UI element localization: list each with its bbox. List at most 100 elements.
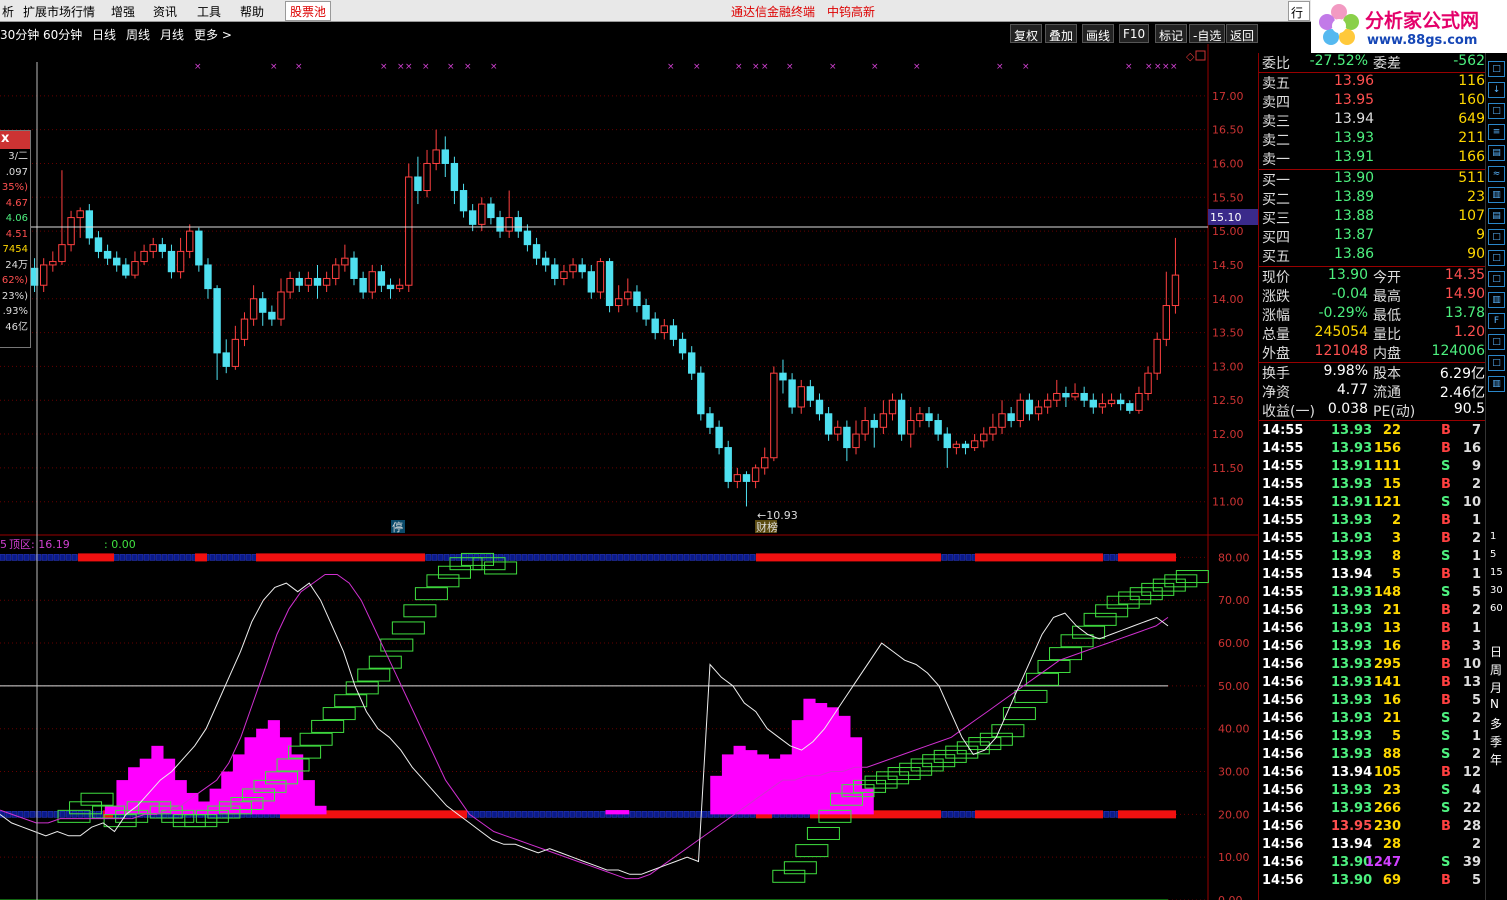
green-box — [1152, 578, 1186, 592]
toolbar-icon[interactable]: ▥ — [1488, 187, 1505, 203]
green-box — [1118, 591, 1152, 605]
green-box — [1072, 625, 1106, 639]
tick-side: B — [1441, 567, 1451, 582]
tick-count: 16 — [1462, 441, 1481, 456]
candle-body — [249, 298, 258, 320]
tick-count: 5 — [1471, 873, 1481, 888]
period-shortcut-cn[interactable]: 周 — [1490, 661, 1502, 678]
candle-body — [925, 413, 933, 422]
band-cell — [509, 811, 516, 818]
toolbar-icon[interactable]: □ — [1488, 355, 1505, 371]
period-monthly[interactable]: 月线 — [160, 26, 184, 43]
band-cell — [671, 554, 678, 561]
candle-body — [952, 443, 961, 449]
band-cell — [563, 554, 570, 561]
tick-volume: 16 — [1382, 693, 1401, 708]
toolbar-icon[interactable]: F — [1488, 313, 1505, 329]
back-button[interactable]: 返回 — [1226, 24, 1259, 43]
fundamental-label: 换手 — [1262, 366, 1290, 382]
toolbar-icon[interactable]: □ — [1488, 334, 1505, 350]
signal-mark: × — [829, 62, 837, 72]
overlay-button[interactable]: 叠加 — [1045, 24, 1078, 43]
menu-item-analysis[interactable]: 析 — [2, 3, 14, 20]
period-shortcut-cn[interactable]: 日 — [1490, 643, 1502, 660]
ask-row: 卖二 13.93 211 — [1259, 130, 1507, 149]
candle-body — [651, 318, 659, 334]
candle-body — [450, 162, 459, 192]
f10-button[interactable]: F10 — [1119, 24, 1150, 43]
band-cell — [581, 811, 588, 818]
period-shortcut-cn[interactable]: 年 — [1490, 751, 1502, 768]
tick-price: 13.93 — [1331, 639, 1373, 654]
toolbar-icon[interactable]: □ — [1488, 103, 1505, 119]
toolbar-icon[interactable]: ▤ — [1488, 208, 1505, 224]
band-cell — [959, 554, 966, 561]
info-panel-row: 4.51 — [5, 228, 28, 240]
stock-pool-button[interactable]: 股票池 — [285, 1, 332, 21]
toolbar-icon[interactable]: ↓ — [1488, 82, 1505, 98]
menu-item-extended-market[interactable]: 扩展市场行情 — [23, 3, 95, 20]
menu-item-help[interactable]: 帮助 — [240, 3, 264, 20]
period-60min[interactable]: 60分钟 — [43, 26, 82, 43]
menu-item-enhance[interactable]: 增强 — [111, 3, 135, 20]
stat-value-2: 14.35 — [1444, 267, 1485, 283]
band-cell — [575, 811, 582, 818]
period-shortcut[interactable]: 5 — [1490, 549, 1496, 560]
tick-row: 14:56 13.93 21 S 2 — [1259, 711, 1507, 729]
toolbar-icon[interactable]: ▥ — [1488, 292, 1505, 308]
candle-body — [122, 264, 130, 276]
diff-label: 委差 — [1373, 56, 1401, 72]
candle-body — [186, 230, 194, 252]
menu-item-news[interactable]: 资讯 — [153, 3, 177, 20]
period-shortcut-cn[interactable]: 季 — [1490, 733, 1502, 750]
band-cell — [659, 554, 666, 561]
toolbar-icon[interactable]: □ — [1488, 229, 1505, 245]
quote-toggle-button[interactable]: 行 — [1288, 1, 1310, 21]
toolbar-icon[interactable]: ≡ — [1488, 124, 1505, 140]
toolbar-icon[interactable]: ≈ — [1488, 166, 1505, 182]
period-shortcut-cn[interactable]: 月 — [1490, 679, 1502, 696]
restore-rights-button[interactable]: 复权 — [1010, 24, 1043, 43]
tick-count: 39 — [1462, 855, 1481, 870]
period-weekly[interactable]: 周线 — [126, 26, 150, 43]
signal-mark: × — [1145, 62, 1153, 72]
ask-volume: 211 — [1458, 130, 1485, 146]
toolbar-icon[interactable]: □ — [1488, 250, 1505, 266]
tick-count: 10 — [1462, 495, 1481, 510]
tick-time: 14:55 — [1262, 513, 1304, 528]
period-shortcut-cn[interactable]: N — [1490, 697, 1499, 711]
band-cell — [695, 554, 702, 561]
period-shortcut[interactable]: 15 — [1490, 567, 1503, 578]
remove-watchlist-button[interactable]: -自选 — [1189, 24, 1226, 43]
toolbar-icon[interactable]: ▥ — [1488, 376, 1505, 392]
draw-line-button[interactable]: 画线 — [1082, 24, 1115, 43]
mark-button[interactable]: 标记 — [1155, 24, 1188, 43]
tick-price: 13.93 — [1331, 693, 1373, 708]
toolbar-icon[interactable]: ▤ — [1488, 145, 1505, 161]
chart-grid — [0, 44, 1258, 900]
green-box — [437, 565, 471, 579]
period-shortcut[interactable]: 1 — [1490, 531, 1496, 542]
toolbar-icon[interactable]: □ — [1488, 61, 1505, 77]
tick-time: 14:55 — [1262, 441, 1304, 456]
magenta-bar — [768, 758, 781, 815]
kline-chart[interactable]: × × × × × × × × × × × × × × × × × × × × × × × × × × 17.0016.5016.… — [0, 44, 1258, 900]
magenta-bar — [104, 805, 117, 815]
toolbar-icon[interactable]: □ — [1488, 271, 1505, 287]
period-daily[interactable]: 日线 — [92, 26, 116, 43]
period-30min[interactable]: 30分钟 — [0, 26, 39, 43]
candle-body — [94, 237, 103, 252]
magenta-bar — [780, 754, 793, 815]
period-shortcut[interactable]: 60 — [1490, 603, 1503, 614]
candle-body — [496, 217, 504, 232]
period-shortcut[interactable]: 30 — [1490, 585, 1503, 596]
tick-price: 13.93 — [1331, 657, 1373, 672]
period-more[interactable]: 更多 > — [194, 26, 232, 43]
band-red-segment — [975, 810, 1103, 819]
period-shortcut-cn[interactable]: 多 — [1490, 715, 1502, 732]
band-cell — [1103, 811, 1110, 818]
info-panel-close[interactable]: x — [0, 131, 30, 149]
band-cell — [53, 554, 60, 561]
menu-item-tools[interactable]: 工具 — [197, 3, 221, 20]
candle-body — [423, 162, 431, 192]
